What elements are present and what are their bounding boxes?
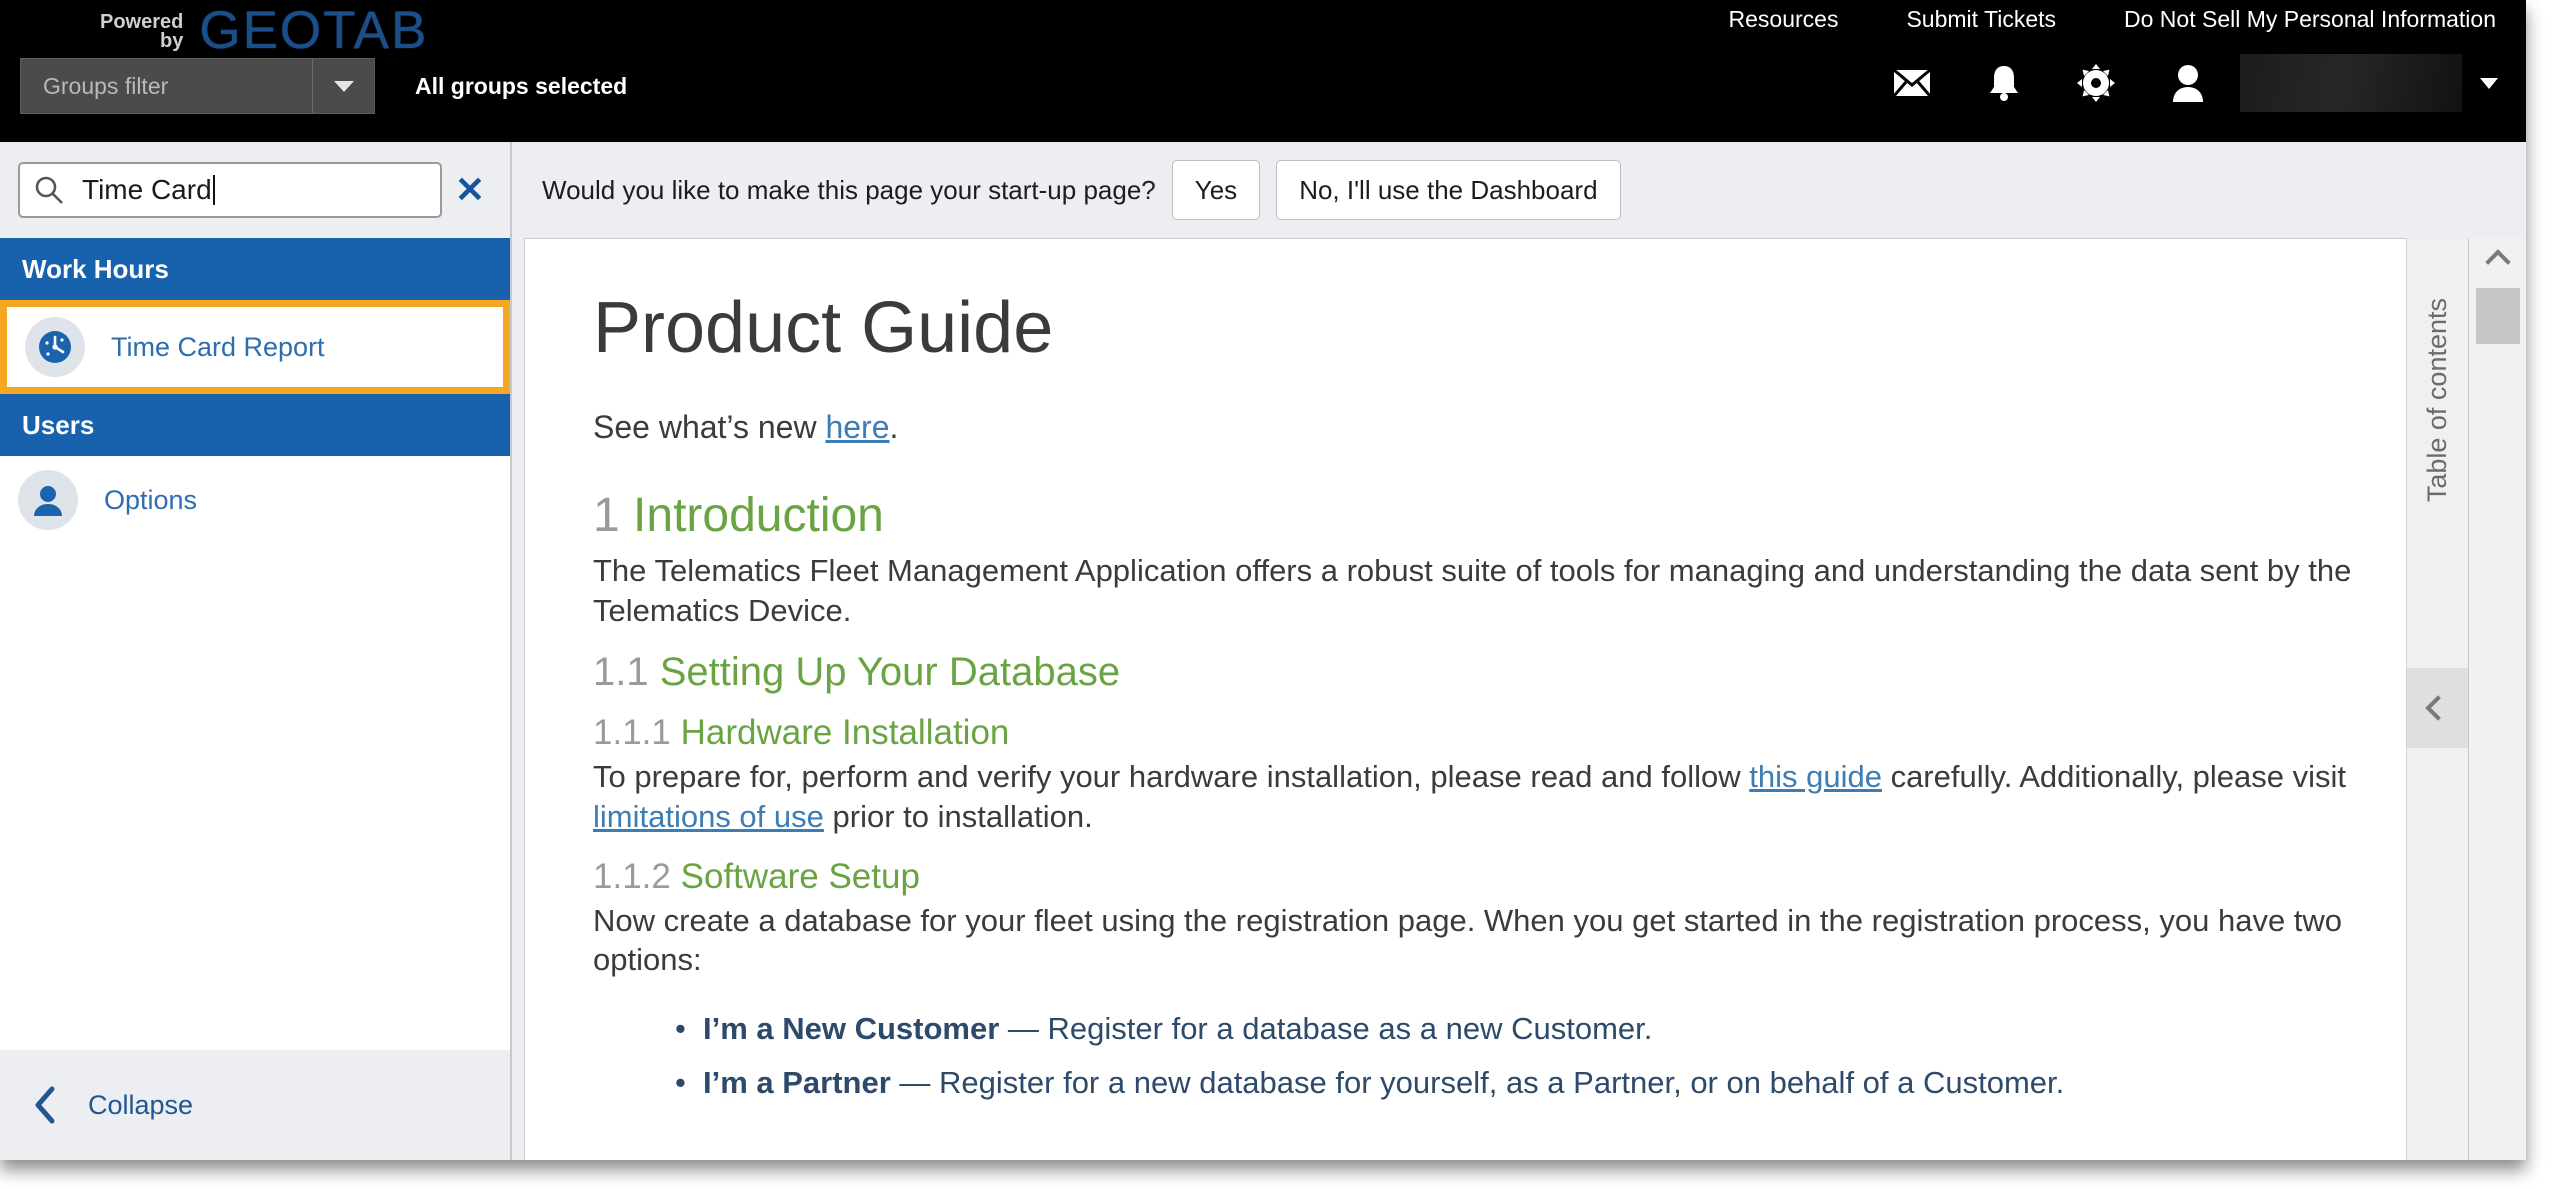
startup-page-prompt: Would you like to make this page your st… xyxy=(512,142,2526,238)
registration-options-list: I’m a New Customer — Register for a data… xyxy=(593,1008,2357,1103)
clock-icon xyxy=(25,317,85,377)
scroll-up-button[interactable] xyxy=(2469,238,2526,286)
application-window: Powered by GEOTAB Resources Submit Ticke… xyxy=(0,0,2526,1160)
top-header: Powered by GEOTAB Resources Submit Ticke… xyxy=(0,0,2526,142)
section-number: 1.1.1 xyxy=(593,713,671,753)
section-title: Hardware Installation xyxy=(680,713,1010,753)
groups-filter-input[interactable]: Groups filter xyxy=(21,59,312,113)
table-of-contents-label: Table of contents xyxy=(2422,298,2452,503)
section-heading-setting-up-database: 1.1 Setting Up Your Database xyxy=(593,650,2357,695)
groups-selected-status: All groups selected xyxy=(415,72,628,99)
hardware-text-part2: carefully. Additionally, please visit xyxy=(1881,759,2347,795)
option-desc: — Register for a new database for yourse… xyxy=(890,1064,2065,1100)
option-term: I’m a Partner xyxy=(703,1064,891,1100)
collapse-label: Collapse xyxy=(88,1089,194,1120)
header-link-do-not-sell[interactable]: Do Not Sell My Personal Information xyxy=(2124,6,2496,33)
this-guide-link[interactable]: this guide xyxy=(1749,759,1882,794)
header-link-resources[interactable]: Resources xyxy=(1729,6,1839,33)
sidebar-item-time-card-report[interactable]: Time Card Report xyxy=(0,300,510,394)
section-number: 1 xyxy=(593,489,620,542)
chevron-down-icon xyxy=(333,80,354,92)
sidebar-search-row: Time Card ✕ xyxy=(0,142,510,238)
sidebar-item-label: Time Card Report xyxy=(111,331,325,362)
hardware-paragraph: To prepare for, perform and verify your … xyxy=(593,757,2357,836)
scrollbar-thumb[interactable] xyxy=(2475,288,2520,344)
bell-icon[interactable] xyxy=(1958,52,2050,114)
sidebar-group-users: Users xyxy=(0,394,510,456)
section-title: Introduction xyxy=(633,489,884,542)
hardware-text-part1: To prepare for, perform and verify your … xyxy=(593,759,1750,795)
option-term: I’m a New Customer xyxy=(703,1011,1000,1047)
search-input[interactable]: Time Card xyxy=(18,162,442,218)
section-heading-introduction: 1 Introduction xyxy=(593,488,2357,543)
groups-filter-control[interactable]: Groups filter xyxy=(20,58,375,114)
chevron-left-icon xyxy=(2425,695,2451,721)
see-whats-new-line: See what’s new here. xyxy=(593,409,2357,446)
mail-icon[interactable] xyxy=(1866,52,1958,114)
header-icon-bar xyxy=(1866,52,2506,114)
left-sidebar: Time Card ✕ Work Hours Time Card Report … xyxy=(0,142,512,1160)
intro-paragraph: The Telematics Fleet Management Applicat… xyxy=(593,553,2352,628)
list-item: I’m a Partner — Register for a new datab… xyxy=(675,1062,2357,1104)
powered-by-text: Powered by xyxy=(100,12,184,61)
sidebar-item-options[interactable]: Options xyxy=(0,456,510,544)
sidebar-collapse-button[interactable]: Collapse xyxy=(0,1050,510,1160)
geotab-wordmark: GEOTAB xyxy=(199,1,429,60)
option-desc: — Register for a database as a new Custo… xyxy=(999,1011,1653,1047)
header-link-submit-tickets[interactable]: Submit Tickets xyxy=(1906,6,2056,33)
section-heading-hardware-installation: 1.1.1 Hardware Installation xyxy=(593,713,2357,753)
sidebar-item-label: Options xyxy=(104,484,198,515)
startup-yes-button[interactable]: Yes xyxy=(1171,160,1261,220)
section-number: 1.1 xyxy=(593,650,649,695)
startup-no-button[interactable]: No, I'll use the Dashboard xyxy=(1276,160,1621,220)
brand-logo: Powered by GEOTAB xyxy=(100,0,428,61)
powered-line2: by xyxy=(160,30,184,52)
see-whats-new-suffix: . xyxy=(889,409,899,445)
groups-filter-dropdown-button[interactable] xyxy=(312,59,374,113)
user-menu-chevron-down-icon[interactable] xyxy=(2480,77,2498,89)
groups-filter-area: Groups filter All groups selected xyxy=(20,58,627,114)
sidebar-group-work-hours: Work Hours xyxy=(0,238,510,300)
product-guide-document: Product Guide See what’s new here. 1 Int… xyxy=(524,238,2428,1160)
page-title: Product Guide xyxy=(593,288,1054,368)
search-clear-button[interactable]: ✕ xyxy=(442,169,498,211)
see-whats-new-prefix: See what’s new xyxy=(593,409,826,445)
section-title: Setting Up Your Database xyxy=(659,650,1121,695)
section-heading-software-setup: 1.1.2 Software Setup xyxy=(593,857,2357,897)
document-viewport: Product Guide See what’s new here. 1 Int… xyxy=(512,238,2526,1160)
chevron-left-icon xyxy=(35,1086,55,1124)
user-icon[interactable] xyxy=(2142,52,2234,114)
main-content: Would you like to make this page your st… xyxy=(512,142,2526,1160)
hardware-text-part3: prior to installation. xyxy=(823,799,1093,835)
list-item: I’m a New Customer — Register for a data… xyxy=(675,1008,2357,1050)
chevron-up-icon xyxy=(2484,249,2511,275)
app-body: Time Card ✕ Work Hours Time Card Report … xyxy=(0,142,2526,1160)
section-title: Software Setup xyxy=(680,856,920,896)
search-input-value: Time Card xyxy=(82,174,212,205)
user-name-field[interactable] xyxy=(2240,54,2462,112)
search-icon xyxy=(35,176,63,204)
text-cursor xyxy=(212,175,215,205)
table-of-contents-toggle[interactable] xyxy=(2407,668,2469,748)
sidebar-empty-space xyxy=(0,544,510,1050)
vertical-scrollbar[interactable] xyxy=(2468,238,2526,1160)
gear-icon[interactable] xyxy=(2050,52,2142,114)
header-links: Resources Submit Tickets Do Not Sell My … xyxy=(1729,6,2496,33)
person-icon xyxy=(18,470,78,530)
table-of-contents-tab[interactable]: Table of contents xyxy=(2406,238,2469,1160)
whats-new-link[interactable]: here xyxy=(825,409,889,445)
software-paragraph: Now create a database for your fleet usi… xyxy=(593,902,2343,978)
startup-prompt-question: Would you like to make this page your st… xyxy=(542,174,1156,205)
limitations-of-use-link[interactable]: limitations of use xyxy=(593,799,824,834)
section-number: 1.1.2 xyxy=(593,856,671,896)
